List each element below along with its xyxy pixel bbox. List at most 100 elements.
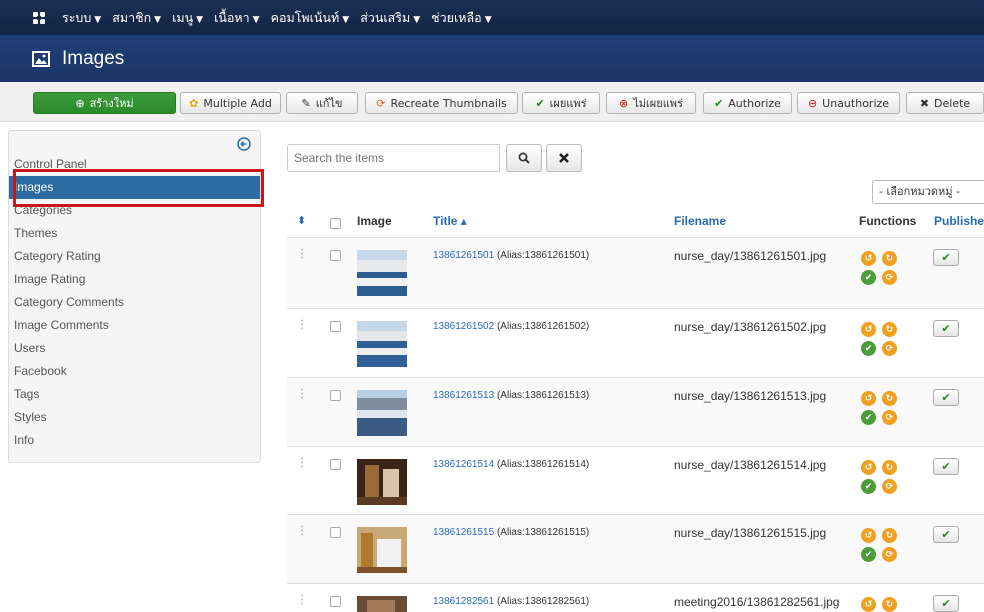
thumbnail-image[interactable] (357, 250, 407, 296)
ordering-column-header[interactable]: ⬍ (297, 214, 306, 227)
multiple-add-button[interactable]: ✿ Multiple Add (180, 92, 281, 114)
new-button[interactable]: ⊕ สร้างใหม่ (33, 92, 176, 114)
menu-help[interactable]: ช่วยเหลือ ▼ (431, 8, 491, 28)
sidebar-item-category-comments[interactable]: Category Comments (9, 291, 260, 314)
flip-icon[interactable]: ✔ (861, 479, 876, 494)
flip-icon[interactable]: ✔ (861, 410, 876, 425)
thumbnail-image[interactable] (357, 390, 407, 436)
row-checkbox[interactable] (330, 596, 341, 607)
rotate-left-icon[interactable]: ↺ (861, 460, 876, 475)
delete-button[interactable]: ✖ Delete (906, 92, 984, 114)
sidebar-item-control-panel[interactable]: Control Panel (9, 153, 260, 176)
publish-button[interactable]: ✔ เผยแพร่ (522, 92, 600, 114)
title-link[interactable]: 13861261515 (433, 527, 494, 538)
sidebar-item-image-comments[interactable]: Image Comments (9, 314, 260, 337)
rotate-left-icon[interactable]: ↺ (861, 322, 876, 337)
row-filename: nurse_day/13861261501.jpg (674, 249, 827, 263)
published-toggle[interactable]: ✔ (933, 526, 959, 543)
row-filename: nurse_day/13861261515.jpg (674, 526, 827, 540)
thumbnail-image[interactable] (357, 321, 407, 367)
authorize-button[interactable]: ✔ Authorize (703, 92, 792, 114)
drag-handle-icon[interactable] (300, 248, 304, 259)
drag-handle-icon[interactable] (300, 457, 304, 468)
title-link[interactable]: 13861261501 (433, 250, 494, 261)
sidebar-item-tags[interactable]: Tags (9, 383, 260, 406)
search-button[interactable] (506, 144, 542, 172)
rotate-right-icon[interactable]: ↻ (882, 460, 897, 475)
rotate-left-icon[interactable]: ↺ (861, 251, 876, 266)
edit-button[interactable]: ✎ แก้ไข (286, 92, 358, 114)
sidebar-item-image-rating[interactable]: Image Rating (9, 268, 260, 291)
flip-icon[interactable]: ✔ (861, 341, 876, 356)
drag-handle-icon[interactable] (300, 388, 304, 399)
published-column-header[interactable]: Published (934, 214, 984, 228)
menu-extensions[interactable]: ส่วนเสริม ▼ (360, 8, 420, 28)
published-toggle[interactable]: ✔ (933, 595, 959, 612)
menu-users[interactable]: สมาชิก ▼ (112, 8, 161, 28)
unpublish-button[interactable]: ⊗ ไม่เผยแพร่ (606, 92, 696, 114)
table-row: 13861261502 (Alias:13861261502) nurse_da… (287, 309, 984, 378)
thumbnail-image[interactable] (357, 527, 407, 573)
row-filename: nurse_day/13861261514.jpg (674, 458, 827, 472)
recreate-icon[interactable]: ⟳ (882, 479, 897, 494)
rotate-left-icon[interactable]: ↺ (861, 528, 876, 543)
flip-icon[interactable]: ✔ (861, 270, 876, 285)
select-all-checkbox[interactable] (330, 218, 341, 229)
title-column-header[interactable]: Title ▴ (433, 214, 467, 228)
sidebar-item-facebook[interactable]: Facebook (9, 360, 260, 383)
sidebar-item-info[interactable]: Info (9, 429, 260, 452)
row-checkbox[interactable] (330, 459, 341, 470)
recreate-thumbnails-button[interactable]: ⟳ Recreate Thumbnails (365, 92, 518, 114)
table-row: 13861282561 (Alias:13861282561) meeting2… (287, 584, 984, 612)
published-toggle[interactable]: ✔ (933, 389, 959, 406)
recreate-icon[interactable]: ⟳ (882, 547, 897, 562)
filename-column-header[interactable]: Filename (674, 214, 726, 228)
sidebar-item-category-rating[interactable]: Category Rating (9, 245, 260, 268)
title-link[interactable]: 13861282561 (433, 596, 494, 607)
title-link[interactable]: 13861261514 (433, 459, 494, 470)
row-title: 13861261501 (Alias:13861261501) (433, 250, 590, 261)
drag-handle-icon[interactable] (300, 525, 304, 536)
rotate-right-icon[interactable]: ↻ (882, 528, 897, 543)
category-filter-select[interactable]: - เลือกหมวดหมู่ - (872, 180, 984, 204)
recreate-icon[interactable]: ⟳ (882, 410, 897, 425)
menu-components[interactable]: คอมโพเน้นท์ ▼ (271, 8, 350, 28)
drag-handle-icon[interactable] (300, 319, 304, 330)
title-link[interactable]: 13861261513 (433, 390, 494, 401)
menu-system[interactable]: ระบบ ▼ (62, 8, 101, 28)
rotate-right-icon[interactable]: ↻ (882, 597, 897, 612)
collapse-sidebar-icon[interactable] (237, 137, 251, 151)
flip-icon[interactable]: ✔ (861, 547, 876, 562)
row-checkbox[interactable] (330, 250, 341, 261)
recreate-icon[interactable]: ⟳ (882, 270, 897, 285)
published-toggle[interactable]: ✔ (933, 249, 959, 266)
published-toggle[interactable]: ✔ (933, 320, 959, 337)
rotate-right-icon[interactable]: ↻ (882, 251, 897, 266)
sidebar-item-images[interactable]: Images (9, 176, 260, 199)
title-link[interactable]: 13861261502 (433, 321, 494, 332)
row-checkbox[interactable] (330, 527, 341, 538)
sidebar-item-themes[interactable]: Themes (9, 222, 260, 245)
sidebar: Control Panel Images Categories Themes C… (8, 130, 261, 463)
sidebar-item-users[interactable]: Users (9, 337, 260, 360)
rotate-right-icon[interactable]: ↻ (882, 391, 897, 406)
rotate-left-icon[interactable]: ↺ (861, 391, 876, 406)
row-checkbox[interactable] (330, 390, 341, 401)
joomla-logo-icon[interactable] (30, 9, 48, 27)
published-toggle[interactable]: ✔ (933, 458, 959, 475)
menu-menus[interactable]: เมนู ▼ (172, 8, 203, 28)
thumbnail-image[interactable] (357, 459, 407, 505)
recreate-icon[interactable]: ⟳ (882, 341, 897, 356)
sidebar-item-styles[interactable]: Styles (9, 406, 260, 429)
thumbnail-image[interactable] (357, 596, 407, 612)
clear-search-button[interactable] (546, 144, 582, 172)
unauthorize-button[interactable]: ⊖ Unauthorize (797, 92, 900, 114)
drag-handle-icon[interactable] (300, 594, 304, 605)
row-checkbox[interactable] (330, 321, 341, 332)
rotate-right-icon[interactable]: ↻ (882, 322, 897, 337)
sidebar-item-categories[interactable]: Categories (9, 199, 260, 222)
rotate-left-icon[interactable]: ↺ (861, 597, 876, 612)
row-title: 13861261514 (Alias:13861261514) (433, 459, 590, 470)
menu-content[interactable]: เนื้อหา ▼ (214, 8, 260, 28)
search-input[interactable] (287, 144, 500, 172)
